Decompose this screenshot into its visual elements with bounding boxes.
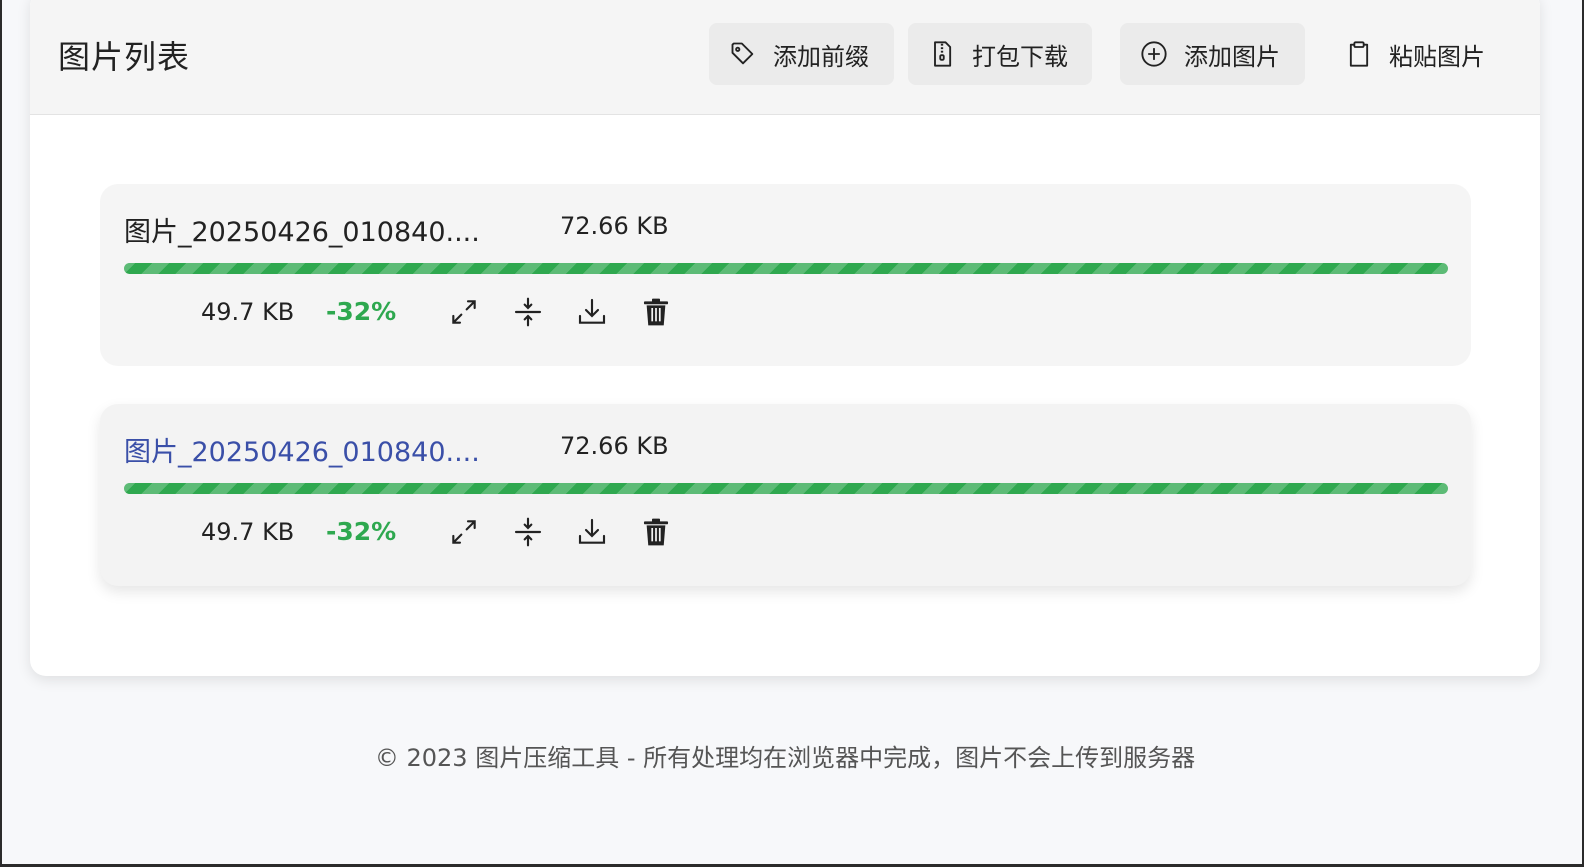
compression-progress-bar — [124, 263, 1448, 274]
download-icon — [576, 516, 608, 552]
original-size: 72.66 KB — [560, 432, 669, 460]
add-prefix-label: 添加前缀 — [773, 42, 869, 71]
trash-icon — [640, 296, 672, 332]
paste-image-label: 粘贴图片 — [1389, 42, 1485, 71]
download-icon — [576, 296, 608, 332]
pack-download-button[interactable]: 打包下载 — [908, 23, 1092, 85]
image-card: 图片_20250426_010840.... 72.66 KB 49.7 KB … — [100, 184, 1471, 366]
add-image-label: 添加图片 — [1184, 42, 1280, 71]
add-prefix-button[interactable]: 添加前缀 — [709, 23, 894, 85]
zip-file-icon — [928, 40, 956, 68]
progress-fill — [124, 263, 1448, 274]
reduction-ratio: -32% — [326, 517, 397, 546]
compressed-size: 49.7 KB — [201, 298, 295, 326]
download-button[interactable] — [574, 516, 610, 552]
add-image-button[interactable]: 添加图片 — [1120, 23, 1305, 85]
compressed-size: 49.7 KB — [201, 518, 295, 546]
reduction-ratio: -32% — [326, 297, 397, 326]
image-list-panel: 图片列表 添加前缀 打包下载 添加图片 粘贴图片 图片_20250426_010… — [30, 0, 1540, 676]
compress-button[interactable] — [510, 296, 546, 332]
page-title: 图片列表 — [58, 38, 191, 76]
compress-icon — [512, 516, 544, 552]
panel-header: 图片列表 添加前缀 打包下载 添加图片 粘贴图片 — [30, 0, 1540, 115]
expand-icon — [448, 296, 480, 332]
delete-button[interactable] — [638, 516, 674, 552]
expand-button[interactable] — [446, 516, 482, 552]
original-size: 72.66 KB — [560, 212, 669, 240]
file-name[interactable]: 图片_20250426_010840.... — [124, 210, 480, 249]
compress-icon — [512, 296, 544, 332]
delete-button[interactable] — [638, 296, 674, 332]
image-card: 图片_20250426_010840.... 72.66 KB 49.7 KB … — [100, 404, 1471, 586]
download-button[interactable] — [574, 296, 610, 332]
progress-fill — [124, 483, 1448, 494]
window-border-left — [0, 0, 2, 867]
tag-icon — [729, 40, 757, 68]
pack-download-label: 打包下载 — [972, 42, 1068, 71]
paste-image-button[interactable]: 粘贴图片 — [1325, 23, 1515, 85]
compression-progress-bar — [124, 483, 1448, 494]
file-name[interactable]: 图片_20250426_010840.... — [124, 430, 480, 469]
compress-button[interactable] — [510, 516, 546, 552]
expand-button[interactable] — [446, 296, 482, 332]
plus-circle-icon — [1140, 40, 1168, 68]
clipboard-icon — [1345, 40, 1373, 68]
expand-icon — [448, 516, 480, 552]
footer-text: © 2023 图片压缩工具 - 所有处理均在浏览器中完成，图片不会上传到服务器 — [374, 744, 1196, 772]
trash-icon — [640, 516, 672, 552]
